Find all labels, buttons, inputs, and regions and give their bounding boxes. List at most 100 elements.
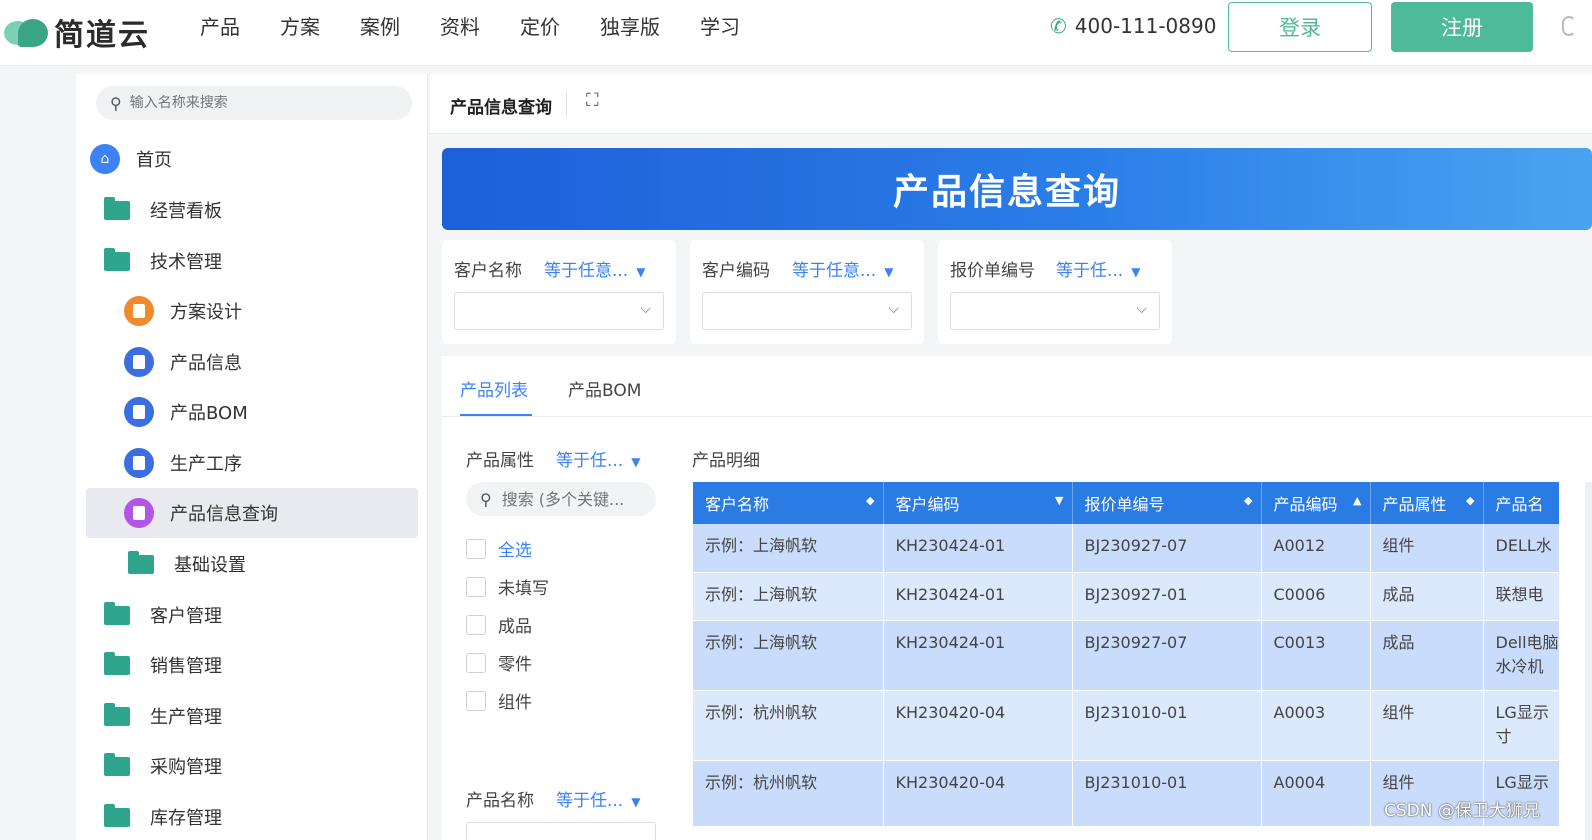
sidebar-item-sales[interactable]: 销售管理 [104, 640, 436, 690]
table-cell: 示例：杭州帆软 [693, 760, 884, 827]
sidebar-search-input[interactable] [129, 95, 390, 111]
nav-item-resources[interactable]: 资料 [440, 14, 480, 40]
table-cell: BJ230927-07 [1072, 620, 1262, 691]
nav-item-cases[interactable]: 案例 [360, 14, 400, 40]
sidebar-item-solution-design[interactable]: 方案设计 [124, 286, 456, 336]
sidebar-item-product-query[interactable]: 产品信息查询 [86, 488, 418, 538]
checkbox-unfilled[interactable]: 未填写 [466, 574, 549, 599]
folder-icon [104, 752, 130, 776]
sidebar-item-purchasing[interactable]: 采购管理 [104, 741, 436, 791]
folder-icon [104, 196, 130, 220]
report-icon [124, 498, 154, 528]
search-icon: ⚲ [480, 489, 492, 509]
sidebar-item-label: 采购管理 [150, 757, 222, 778]
tab-divider [442, 416, 1592, 417]
checkbox[interactable] [466, 538, 486, 559]
checkbox[interactable] [466, 652, 486, 673]
sidebar-item-label: 经营看板 [150, 201, 222, 222]
tab-product-list[interactable]: 产品列表 [460, 376, 528, 401]
product-table: 客户名称 ◆ 客户编码 ▼ 报价单编号 ◆ 产品编码 ▲ 产品属性 ◆ 产品名 示例：上海… [693, 482, 1559, 840]
checkbox-select-all[interactable]: 全选 [466, 536, 532, 561]
nav-item-products[interactable]: 产品 [200, 14, 240, 40]
chevron-down-icon: ⌵ [888, 301, 899, 317]
attr-search-input[interactable] [501, 489, 642, 509]
content-panel: 产品列表 产品BOM 产品属性 等于任...▼ ⚲ 全选 未填写 成品 零件 组… [442, 356, 1592, 840]
table-cell: BJ230927-07 [1072, 524, 1262, 573]
brand-logo[interactable]: 简道云 [4, 10, 150, 54]
fullscreen-icon[interactable]: ⛶ [586, 90, 599, 111]
attr-search[interactable]: ⚲ [466, 482, 656, 516]
table-row[interactable]: 示例：上海帆软 KH230424-01 BJ230927-07 C0013 成品 Dell… [693, 620, 1559, 691]
table-cell: 成品 [1370, 572, 1484, 621]
sidebar-item-label: 技术管理 [150, 252, 222, 273]
active-tab-indicator [460, 414, 532, 416]
table-row[interactable]: 示例：上海帆软 KH230424-01 BJ230927-07 A0012 组件 DELL… [693, 524, 1559, 573]
caret-down-icon: ▼ [1131, 265, 1141, 279]
nav-item-dedicated[interactable]: 独享版 [600, 14, 660, 40]
table-cell: 联想电 [1483, 572, 1559, 621]
sidebar-item-base-settings[interactable]: 基础设置 [128, 539, 460, 589]
column-header[interactable]: 客户编码 ▼ [883, 482, 1073, 524]
sidebar-item-product-bom[interactable]: 产品BOM [124, 387, 456, 437]
table-row[interactable]: 示例：杭州帆软 KH230420-04 BJ231010-01 A0003 组件 LG显示… [693, 690, 1559, 761]
attr-filter-operator[interactable]: 等于任... ▼ [556, 446, 640, 471]
tab-product-bom[interactable]: 产品BOM [568, 376, 641, 401]
phone-contact[interactable]: ✆ 400-111-0890 [1050, 14, 1216, 38]
nav-item-pricing[interactable]: 定价 [520, 14, 560, 40]
checkbox-label: 组件 [498, 693, 532, 713]
sidebar-item-product-info[interactable]: 产品信息 [124, 337, 456, 387]
table-cell: A0003 [1261, 690, 1371, 761]
filter-operator[interactable]: 等于任... ▼ [1056, 256, 1140, 281]
checkbox[interactable] [466, 576, 486, 597]
sidebar-item-label: 产品信息 [170, 353, 242, 374]
table-cell: BJ231010-01 [1072, 690, 1262, 761]
checkbox-part[interactable]: 零件 [466, 650, 532, 675]
sidebar-item-customers[interactable]: 客户管理 [104, 590, 436, 640]
page-title[interactable]: 产品信息查询 [450, 93, 552, 118]
scrollbar[interactable] [1585, 482, 1592, 840]
register-button[interactable]: 注册 [1391, 2, 1533, 52]
sidebar-item-label: 产品信息查询 [170, 504, 278, 525]
sidebar-search[interactable]: ⚲ [96, 86, 412, 120]
page-banner: 产品信息查询 [442, 148, 1592, 230]
sort-icon: ◆ [1466, 494, 1475, 507]
filter-operator[interactable]: 等于任意... ▼ [792, 256, 893, 281]
checkbox[interactable] [466, 614, 486, 635]
home-icon: ⌂ [90, 144, 120, 174]
column-header[interactable]: 报价单编号 ◆ [1072, 482, 1262, 524]
filter-operator[interactable]: 等于任意... ▼ [544, 256, 645, 281]
table-row[interactable]: 示例：上海帆软 KH230424-01 BJ230927-01 C0006 成品 联想电 [693, 572, 1559, 621]
caret-down-icon: ▼ [636, 265, 646, 279]
sidebar-item-home[interactable]: ⌂ 首页 [90, 134, 422, 184]
column-header[interactable]: 客户名称 ◆ [693, 482, 884, 524]
filter-label: 客户编码 [702, 261, 770, 281]
table-cell: 成品 [1370, 620, 1484, 691]
table-cell: 示例：杭州帆软 [693, 690, 884, 761]
filter-customer-name: 客户名称 等于任意... ▼ ⌵ [442, 240, 676, 344]
table-cell: C0006 [1261, 572, 1371, 621]
sidebar-item-process[interactable]: 生产工序 [124, 438, 456, 488]
name-filter-input[interactable] [466, 822, 656, 840]
checkbox[interactable] [466, 690, 486, 711]
checkbox-component[interactable]: 组件 [466, 688, 532, 713]
column-header[interactable]: 产品名 [1483, 482, 1559, 524]
column-header[interactable]: 产品编码 ▲ [1261, 482, 1371, 524]
sidebar-item-production[interactable]: 生产管理 [104, 691, 436, 741]
name-filter-operator[interactable]: 等于任... ▼ [556, 786, 640, 811]
caret-down-icon: ▼ [631, 455, 641, 469]
nav-item-solutions[interactable]: 方案 [280, 14, 320, 40]
login-button[interactable]: 登录 [1228, 2, 1372, 52]
cropped-icon [1562, 16, 1576, 36]
sidebar-item-dashboard[interactable]: 经营看板 [104, 185, 436, 235]
sidebar-item-label: 生产管理 [150, 707, 222, 728]
sidebar-item-inventory[interactable]: 库存管理 [104, 792, 436, 840]
nav-item-learning[interactable]: 学习 [700, 14, 740, 40]
checkbox-finished[interactable]: 成品 [466, 612, 532, 637]
sidebar-item-tech[interactable]: 技术管理 [104, 236, 436, 286]
filter-select[interactable]: ⌵ [950, 292, 1160, 330]
filter-select[interactable]: ⌵ [702, 292, 912, 330]
sidebar-item-label: 基础设置 [174, 555, 246, 576]
table-cell: BJ230927-01 [1072, 572, 1262, 621]
column-header[interactable]: 产品属性 ◆ [1370, 482, 1484, 524]
filter-select[interactable]: ⌵ [454, 292, 664, 330]
